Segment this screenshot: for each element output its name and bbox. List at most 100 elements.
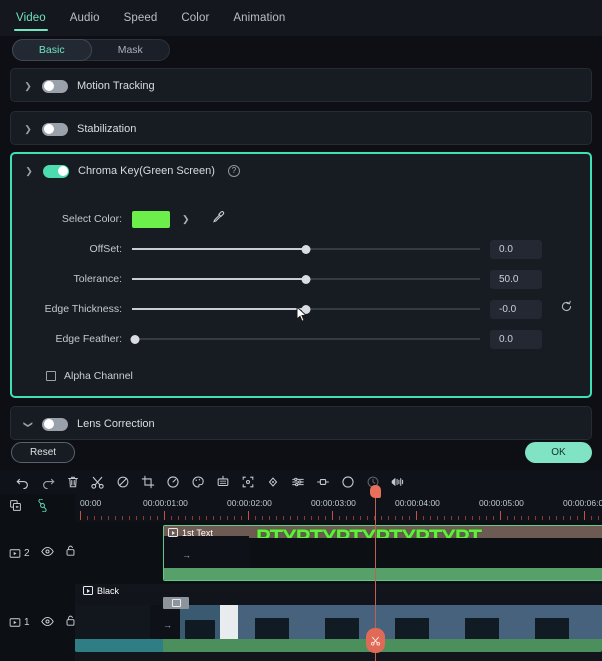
tolerance-value[interactable]: 50.0: [490, 269, 542, 289]
motion-icon[interactable]: [335, 471, 360, 493]
image-clip-icon: [83, 586, 93, 595]
tab-video[interactable]: Video: [14, 4, 48, 33]
crop-icon[interactable]: [135, 471, 160, 493]
lock-icon[interactable]: [65, 544, 76, 562]
chevron-down-icon[interactable]: ❯: [24, 166, 34, 177]
detect-icon[interactable]: [235, 471, 260, 493]
clip-black-title: Black: [79, 584, 279, 597]
edge-thickness-value[interactable]: -0.0: [490, 299, 542, 319]
reset-button[interactable]: Reset: [11, 442, 75, 463]
undo-icon[interactable]: [10, 471, 35, 493]
add-track-icon[interactable]: [9, 499, 22, 517]
alpha-channel-row[interactable]: Alpha Channel: [12, 363, 590, 389]
tolerance-row: Tolerance: 50.0: [12, 264, 590, 294]
eye-icon[interactable]: [40, 544, 54, 562]
tolerance-slider[interactable]: [132, 272, 480, 286]
clip-title-bar: 1st Text: [164, 526, 602, 539]
chroma-key-header: ❯ Chroma Key(Green Screen) ?: [12, 154, 590, 188]
redo-icon[interactable]: [35, 471, 60, 493]
tab-color[interactable]: Color: [179, 4, 211, 33]
timeline-ruler[interactable]: 00:00 00:00:01:00 00:00:02:00 00:00:03:0…: [75, 494, 602, 522]
speed-icon[interactable]: [160, 471, 185, 493]
chevron-down-icon[interactable]: ❯: [23, 419, 34, 429]
transition-arrow-icon: →: [163, 620, 172, 630]
split-icon[interactable]: [85, 471, 110, 493]
app-window: Video Audio Speed Color Animation Basic …: [0, 0, 602, 661]
stabilization-toggle[interactable]: [42, 122, 68, 136]
edge-feather-slider-thumb[interactable]: [130, 334, 140, 344]
clip-label: Black: [97, 585, 120, 596]
clip-1st-text[interactable]: PTYPTYPTYPTYPTYPT → 1st Text: [163, 525, 602, 581]
track-number-badge-2: 2: [9, 548, 30, 559]
split-marker-icon[interactable]: [366, 628, 385, 653]
tab-audio[interactable]: Audio: [68, 4, 102, 33]
track-number-1: 1: [24, 617, 30, 628]
segment-mask[interactable]: Mask: [92, 40, 170, 60]
help-icon[interactable]: ?: [227, 165, 240, 177]
color-swatch[interactable]: [132, 210, 170, 228]
timeline-toolbar: [0, 470, 602, 494]
offset-slider[interactable]: [132, 242, 480, 256]
edge-feather-value[interactable]: 0.0: [490, 329, 542, 349]
track-row-2: PTYPTYPTYPTYPTYPT → 1st Text: [75, 522, 602, 584]
playhead[interactable]: [366, 485, 385, 661]
stabilization-header: ❯ Stabilization: [11, 112, 591, 146]
ruler-label-5: 00:00:05:00: [479, 498, 524, 508]
eyedropper-icon[interactable]: [212, 210, 225, 228]
reset-parameter-icon[interactable]: [560, 300, 573, 318]
chevron-right-icon[interactable]: ❯: [23, 124, 33, 135]
transition-arrow-icon: →: [182, 550, 191, 560]
chevron-down-icon[interactable]: ❯: [182, 214, 190, 225]
tab-animation[interactable]: Animation: [231, 4, 287, 33]
alpha-channel-checkbox[interactable]: [46, 371, 56, 381]
track-header-2[interactable]: 2: [0, 522, 75, 584]
ok-button[interactable]: OK: [525, 442, 592, 463]
chevron-right-icon[interactable]: ❯: [23, 81, 33, 92]
basic-mask-segmented-control: Basic Mask: [12, 39, 170, 61]
chroma-key-toggle[interactable]: [43, 164, 69, 178]
segment-basic[interactable]: Basic: [12, 39, 92, 61]
edge-feather-slider[interactable]: [130, 332, 480, 346]
ruler-label-3: 00:00:03:00: [311, 498, 356, 508]
freeze-frame-icon[interactable]: [310, 471, 335, 493]
audio-detach-icon[interactable]: [385, 471, 410, 493]
eye-icon[interactable]: [40, 614, 54, 632]
playhead-handle[interactable]: [370, 485, 381, 498]
ruler-ticks: [75, 510, 602, 520]
lock-icon[interactable]: [65, 614, 76, 632]
color-icon[interactable]: [185, 471, 210, 493]
tolerance-slider-thumb[interactable]: [301, 274, 311, 284]
ruler-label-0: 00:00: [80, 498, 102, 508]
lens-correction-header: ❯ Lens Correction: [11, 407, 591, 441]
offset-slider-thumb[interactable]: [301, 244, 311, 254]
adjust-icon[interactable]: [285, 471, 310, 493]
select-color-row: Select Color: ❯: [12, 204, 590, 234]
edge-thickness-label: Edge Thickness:: [44, 303, 122, 315]
track-row-1: Black →: [75, 584, 602, 661]
ruler-label-6: 00:00:06:00: [563, 498, 602, 508]
clip-black[interactable]: [75, 592, 602, 652]
green-screen-icon[interactable]: [210, 471, 235, 493]
timeline-tracks: PTYPTYPTYPTYPTYPT → 1st Text: [75, 522, 602, 661]
panel-stabilization[interactable]: ❯ Stabilization: [10, 111, 592, 145]
mask-icon[interactable]: [110, 471, 135, 493]
motion-tracking-toggle[interactable]: [42, 79, 68, 93]
timeline-tools: [0, 494, 75, 522]
panel-lens-correction[interactable]: ❯ Lens Correction: [10, 406, 592, 440]
tab-speed[interactable]: Speed: [122, 4, 160, 33]
edge-feather-row: Edge Feather: 0.0: [12, 324, 590, 354]
dialog-footer: Reset OK: [0, 440, 602, 470]
offset-row: OffSet: 0.0: [12, 234, 590, 264]
track-number-2: 2: [24, 547, 30, 559]
link-icon[interactable]: [36, 498, 49, 517]
track-header-1[interactable]: 1: [0, 584, 75, 661]
keyframe-icon[interactable]: [260, 471, 285, 493]
offset-value[interactable]: 0.0: [490, 239, 542, 259]
edge-feather-label: Edge Feather:: [55, 333, 122, 345]
panel-motion-tracking[interactable]: ❯ Motion Tracking: [10, 68, 592, 102]
ruler-label-2: 00:00:02:00: [227, 498, 272, 508]
ruler-label-4: 00:00:04:00: [395, 498, 440, 508]
delete-icon[interactable]: [60, 471, 85, 493]
lens-correction-toggle[interactable]: [42, 417, 68, 431]
offset-label: OffSet:: [89, 243, 123, 255]
